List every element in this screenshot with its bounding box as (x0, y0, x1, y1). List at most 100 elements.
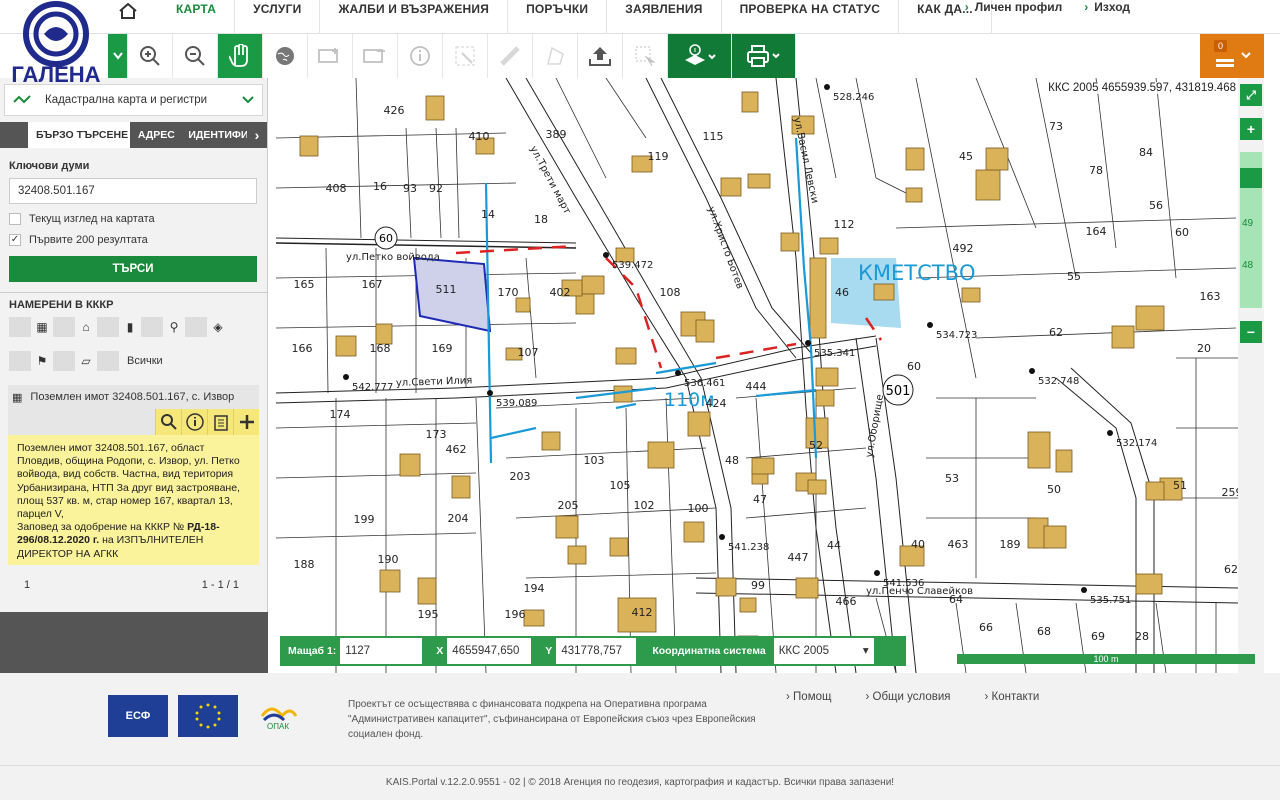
logout-label: Изход (1094, 0, 1130, 14)
add-to-cart-button[interactable] (233, 409, 259, 435)
panel-bottom-area (0, 612, 268, 673)
building-footprint (581, 275, 605, 295)
layer-info-icon (684, 44, 716, 65)
layer-info-button[interactable] (668, 34, 732, 78)
current-view-checkbox[interactable] (9, 213, 21, 225)
zoom-in-button[interactable] (128, 34, 173, 78)
keywords-input[interactable]: 32408.501.167 (9, 178, 257, 204)
filter-checkbox[interactable] (53, 351, 75, 371)
register-select[interactable]: Кадастрална карта и регистри (4, 84, 263, 116)
parcel-number-label: 166 (292, 342, 313, 355)
keywords-label: Ключови думи (9, 160, 90, 172)
first-results-option[interactable]: ✓ Първите 200 резултата (9, 234, 258, 246)
result-info-button[interactable] (181, 409, 207, 435)
result-header[interactable]: ▦ Поземлен имот 32408.501.167, с. Извор (8, 385, 259, 409)
first-results-checkbox[interactable]: ✓ (9, 234, 21, 246)
grid-icon: ▦ (12, 391, 23, 404)
select-parcel-button[interactable] (443, 34, 488, 78)
tab-identifier[interactable]: ИДЕНТИФИК (180, 122, 246, 148)
tab-quick-search[interactable]: БЪРЗО ТЪРСЕНЕ (27, 122, 130, 148)
parcel-number-label: 48 (725, 454, 739, 467)
zoom-bar: ⤢ + 49 48 − (1238, 78, 1264, 673)
x-input[interactable]: 4655947,650 (447, 638, 532, 664)
profile-link[interactable]: › Личен профил (965, 0, 1062, 14)
parcel-number-label: 100 (688, 502, 709, 515)
scale-input[interactable]: 1127 (340, 638, 423, 664)
info-button[interactable] (398, 34, 443, 78)
nav-item-orders[interactable]: ПОРЪЧКИ (508, 0, 608, 34)
parcel-number-label: 99 (751, 579, 765, 592)
zoom-to-result-button[interactable] (155, 409, 181, 435)
nav-item-status-check[interactable]: ПРОВЕРКА НА СТАТУС (722, 0, 900, 34)
layers-filter-icon[interactable]: ◈ (207, 317, 229, 337)
select-area-button[interactable] (623, 34, 668, 78)
logout-link[interactable]: › Изход (1084, 0, 1130, 14)
zoom-out-button[interactable] (173, 34, 218, 78)
filter-all-checkbox[interactable] (9, 317, 31, 337)
current-view-option[interactable]: Текущ изглед на картата (9, 213, 258, 225)
nav-item-map[interactable]: КАРТА (158, 0, 236, 34)
polygon-filter-icon[interactable]: ▱ (75, 351, 97, 371)
nav-item-services[interactable]: УСЛУГИ (235, 0, 321, 34)
parcel-number-label: 60 (907, 360, 921, 373)
cart-button[interactable]: 0 (1200, 34, 1264, 78)
search-button[interactable]: ТЪРСИ (9, 256, 257, 282)
map-canvas[interactable]: 60 501 КМЕТСТВО 110м ул.Петко войводаул.… (276, 78, 1238, 673)
result-clipboard-button[interactable] (207, 409, 233, 435)
zoom-out-control[interactable]: − (1240, 321, 1262, 343)
building-footprint (695, 319, 715, 343)
nav-item-applications[interactable]: ЗАЯВЛЕНИЯ (607, 0, 722, 34)
building-footprint (739, 597, 757, 613)
parcel-number-label: 108 (660, 286, 681, 299)
full-extent-button[interactable] (263, 34, 308, 78)
elevation-point-marker (805, 340, 811, 346)
print-button[interactable] (732, 34, 796, 78)
zoom-in-control[interactable]: + (1240, 118, 1262, 140)
parcel-number-label: 68 (1037, 625, 1051, 638)
help-link-label: Помощ (793, 691, 832, 703)
contacts-link[interactable]: › Контакти (984, 691, 1039, 703)
pan-button[interactable] (218, 34, 263, 78)
remove-window-button[interactable] (353, 34, 398, 78)
parcel-number-label: 55 (1067, 270, 1081, 283)
chevron-down-icon: ▾ (862, 645, 869, 657)
parcel-number-label: 188 (294, 558, 315, 571)
nav-item-complaints[interactable]: ЖАЛБИ И ВЪЗРАЖЕНИЯ (320, 0, 509, 34)
elevation-point-marker (1107, 430, 1113, 436)
building-filter-icon[interactable]: ⌂ (75, 317, 97, 337)
building-footprint (873, 283, 895, 301)
flag-filter-icon[interactable]: ⚑ (31, 351, 53, 371)
building-footprint (715, 577, 737, 597)
terms-link[interactable]: › Общи условия (865, 691, 950, 703)
grid-filter-icon[interactable]: ▦ (31, 317, 53, 337)
location-filter-icon[interactable]: ⚲ (163, 317, 185, 337)
help-link[interactable]: › Помощ (786, 691, 831, 703)
scale-label: Мащаб 1: (288, 645, 337, 657)
coordinate-system-select[interactable]: ККС 2005 ▾ (773, 638, 874, 664)
tab-address[interactable]: АДРЕС (130, 122, 181, 148)
y-input[interactable]: 431778,757 (556, 638, 637, 664)
upload-button[interactable] (578, 34, 623, 78)
measure-area-button[interactable] (533, 34, 578, 78)
parcel-number-label: 18 (534, 213, 548, 226)
filter-checkbox[interactable] (53, 317, 75, 337)
filter-checkbox[interactable] (141, 317, 163, 337)
tabs-next-arrow[interactable]: › (247, 122, 267, 148)
filter-checkbox[interactable] (97, 317, 119, 337)
search-icon (160, 414, 177, 430)
parcel-number-label: 56 (1149, 199, 1163, 212)
filter-checkbox[interactable] (9, 351, 31, 371)
fullscreen-button[interactable]: ⤢ (1240, 84, 1262, 106)
pager-page[interactable]: 1 (24, 579, 30, 591)
apartment-filter-icon[interactable]: ▮ (119, 317, 141, 337)
cadastral-map[interactable]: 60 501 КМЕТСТВО 110м ул.Петко войвода ул.… (276, 78, 1238, 673)
zoom-slider-thumb[interactable] (1240, 168, 1262, 188)
parcel-number-label: 408 (326, 182, 347, 195)
add-window-button[interactable] (308, 34, 353, 78)
measure-distance-button[interactable] (488, 34, 533, 78)
home-icon[interactable] (110, 0, 146, 22)
building-footprint (961, 287, 981, 303)
parcel-number-label: 410 (469, 130, 490, 143)
filter-checkbox[interactable] (185, 317, 207, 337)
filter-checkbox[interactable] (97, 351, 119, 371)
